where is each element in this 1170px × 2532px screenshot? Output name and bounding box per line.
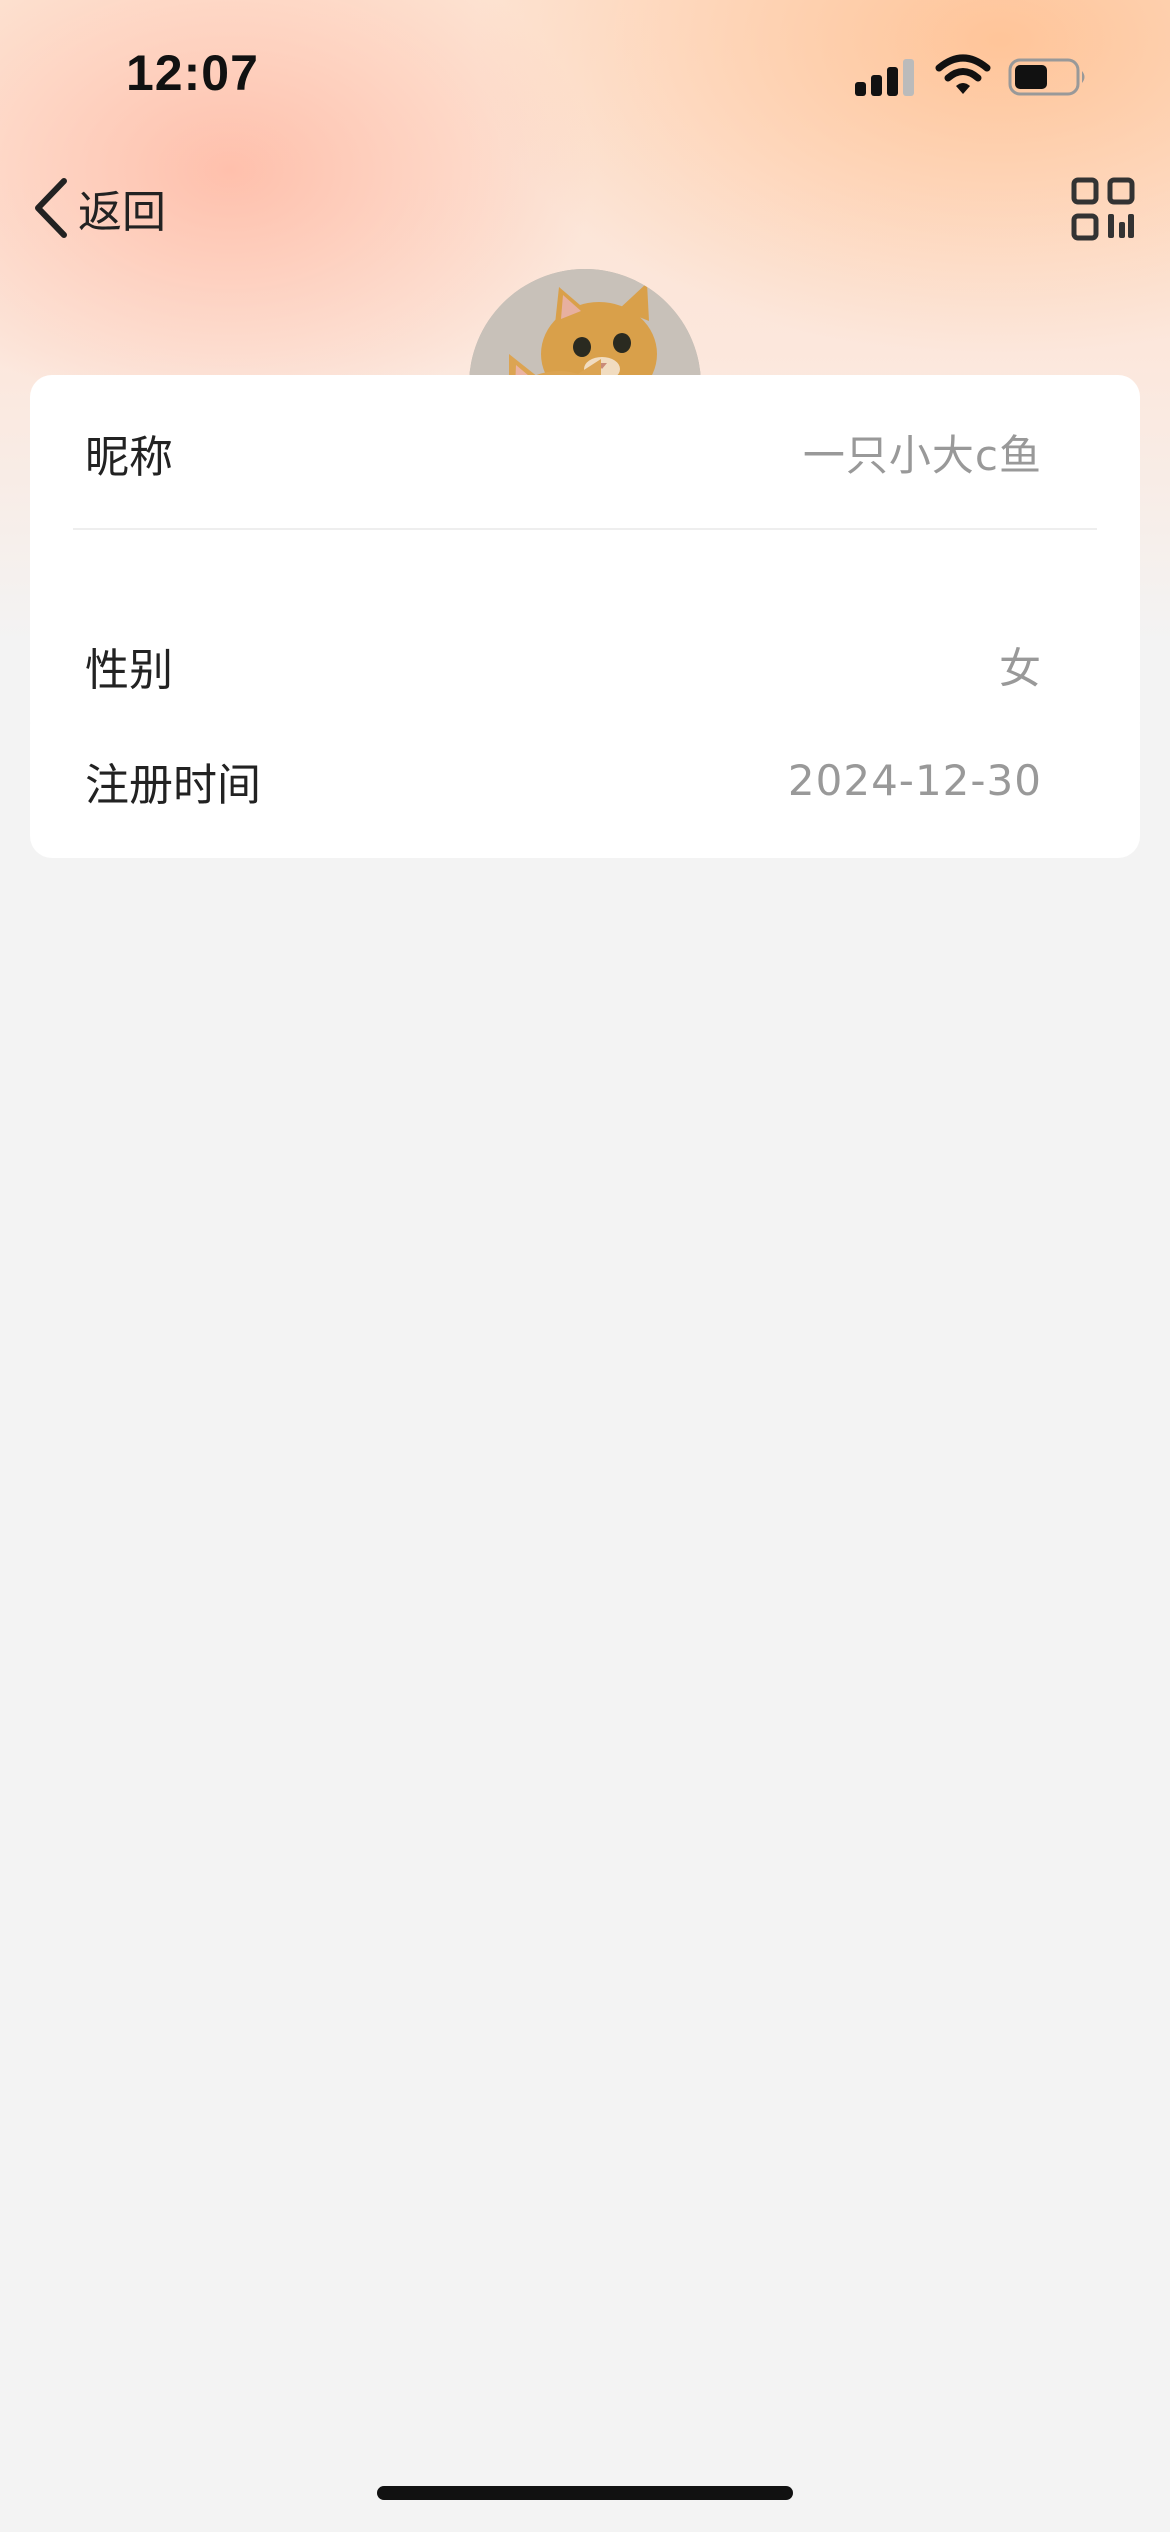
back-label: 返回	[78, 187, 166, 238]
status-time: 12:07	[126, 45, 259, 101]
battery-icon	[1008, 58, 1088, 96]
qr-code-icon	[1071, 177, 1135, 241]
registration-time-row: 注册时间 2024-12-30	[30, 703, 1140, 858]
gender-label: 性别	[85, 644, 173, 696]
status-bar: 12:07	[0, 0, 1170, 150]
cellular-signal-icon	[855, 56, 915, 96]
nickname-label: 昵称	[85, 431, 173, 483]
registration-time-label: 注册时间	[85, 759, 261, 811]
nickname-row[interactable]: 昵称 一只小大c鱼	[30, 375, 1140, 530]
qr-code-button[interactable]	[1070, 176, 1136, 242]
wifi-icon	[935, 52, 991, 98]
gender-value: 女	[998, 644, 1042, 693]
back-button[interactable]: 返回	[30, 168, 166, 248]
chevron-left-icon	[35, 178, 67, 238]
registration-card: 注册时间 2024-12-30	[30, 703, 1140, 858]
registration-time-value: 2024-12-30	[787, 756, 1042, 805]
nickname-value: 一只小大c鱼	[802, 431, 1042, 480]
home-indicator[interactable]	[377, 2486, 793, 2500]
